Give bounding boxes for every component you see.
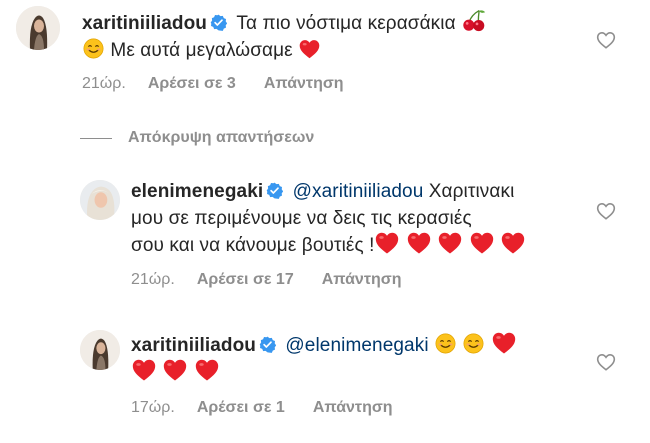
smiling-face-icon — [435, 333, 456, 354]
mention-link[interactable]: @elenimenegaki — [285, 335, 428, 356]
timestamp: 21ώρ. — [82, 75, 126, 92]
heart-icon — [438, 232, 462, 254]
like-heart-icon[interactable] — [596, 30, 616, 50]
heart-icon — [407, 232, 431, 254]
verified-icon — [210, 14, 227, 31]
likes-count-link[interactable]: Αρέσει σε 1 — [197, 399, 285, 416]
cherry-icon — [462, 8, 486, 32]
likes-count-link[interactable]: Αρέσει σε 17 — [197, 271, 294, 288]
comment-text: xaritiniiliadou @elenimenegaki — [131, 332, 581, 386]
like-heart-icon[interactable] — [596, 352, 616, 372]
username[interactable]: xaritiniiliadou — [131, 335, 256, 356]
comment-text: xaritiniiliadou Τα πιο νόστιμα κερασάκια… — [82, 8, 552, 64]
timestamp: 17ώρ. — [131, 399, 175, 416]
comment-body-line2: μου σε περιμένουμε να δεις τις κερασιές — [131, 208, 472, 229]
like-heart-icon[interactable] — [596, 201, 616, 221]
hide-replies-label: Απόκρυψη απαντήσεων — [128, 129, 315, 146]
verified-icon — [266, 182, 283, 199]
comment-body: Χαριτινακι — [428, 181, 515, 202]
reply-button[interactable]: Απάντηση — [313, 399, 393, 416]
divider-line — [80, 137, 112, 139]
heart-icon — [470, 232, 494, 254]
username[interactable]: elenimenegaki — [131, 181, 263, 202]
comment-body-line3: σου και να κάνουμε βουτιές ! — [131, 235, 375, 256]
heart-icon — [492, 332, 516, 354]
verified-icon — [259, 336, 276, 353]
timestamp: 21ώρ. — [131, 271, 175, 288]
reply-button[interactable]: Απάντηση — [322, 271, 402, 288]
heart-icon — [163, 359, 187, 381]
username[interactable]: xaritiniiliadou — [82, 13, 207, 34]
likes-count-link[interactable]: Αρέσει σε 3 — [148, 75, 236, 92]
heart-icon — [501, 232, 525, 254]
avatar[interactable] — [16, 6, 60, 50]
mention-link[interactable]: @xaritiniiliadou — [293, 181, 424, 202]
comment-text: elenimenegaki @xaritiniiliadou Χαριτινακ… — [131, 178, 581, 259]
heart-icon — [195, 359, 219, 381]
comment-body-line2: Με αυτά μεγαλώσαμε — [110, 40, 293, 61]
heart-icon — [375, 232, 399, 254]
avatar[interactable] — [80, 180, 120, 220]
heart-icon — [132, 359, 156, 381]
heart-icon — [299, 39, 320, 59]
avatar[interactable] — [80, 330, 120, 370]
smiling-face-icon — [83, 38, 104, 59]
comment-meta: 21ώρ. Αρέσει σε 17 Απάντηση — [131, 270, 429, 290]
smiling-face-icon — [463, 333, 484, 354]
comment-body: Τα πιο νόστιμα κερασάκια — [236, 13, 456, 34]
reply-button[interactable]: Απάντηση — [264, 75, 344, 92]
hide-replies-button[interactable]: Απόκρυψη απαντήσεων — [80, 128, 314, 148]
comment-meta: 21ώρ. Αρέσει σε 3 Απάντηση — [82, 74, 372, 94]
comment-meta: 17ώρ. Αρέσει σε 1 Απάντηση — [131, 398, 421, 418]
